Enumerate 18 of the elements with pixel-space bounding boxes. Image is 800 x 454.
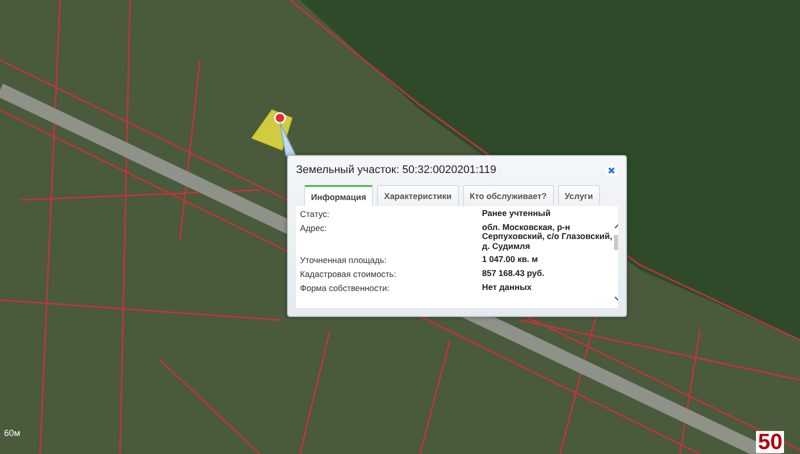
field-label: Адрес: (300, 223, 328, 235)
popup-title: Земельный участок: 50:32:0020201:119 (296, 164, 496, 176)
field-label: Статус: (300, 209, 330, 219)
field-label: Кадастровая стоимость: (300, 269, 398, 280)
tab[interactable]: Характеристики (377, 185, 459, 206)
field-label: Уточненная площадь: (300, 255, 388, 266)
field-value: обл. Московская, р-н Серпуховский, с/о Глазовский, д. Судимля (482, 223, 614, 252)
field-label: Форма собственности: (300, 283, 390, 294)
field-value: 1 047.00 кв. м (482, 255, 539, 266)
tab[interactable]: Услуги (558, 185, 600, 206)
scale-label: 60м (4, 428, 20, 438)
field-value: 857 168.43 руб. (482, 269, 546, 280)
field-value: Ранее учтенный (482, 209, 552, 219)
close-icon[interactable] (605, 164, 618, 176)
tab[interactable]: Информация (304, 185, 374, 206)
region-label: 50 (756, 431, 784, 453)
field-value: Нет данных (482, 283, 533, 294)
tab[interactable]: Кто обслуживает? (462, 185, 554, 206)
